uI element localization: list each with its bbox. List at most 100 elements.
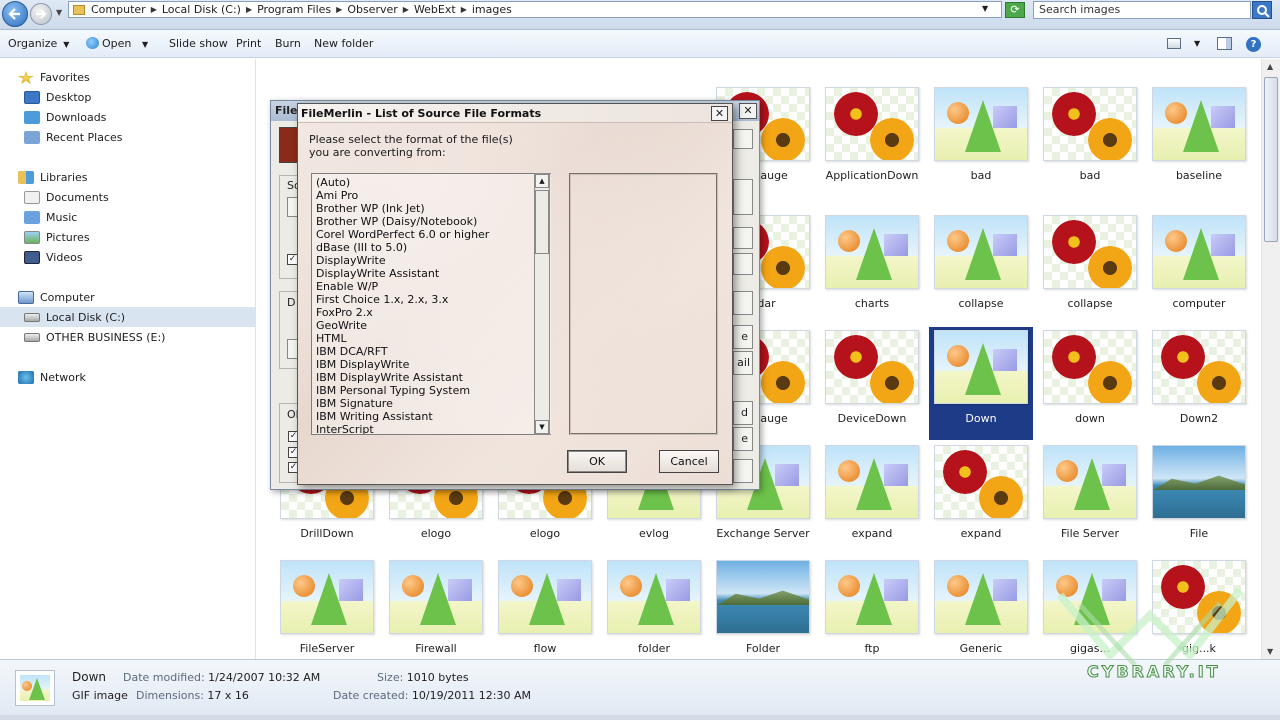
side-button-4[interactable]: [733, 253, 753, 275]
format-list-item[interactable]: Corel WordPerfect 6.0 or higher: [312, 228, 551, 241]
preview-pane-icon[interactable]: [1217, 37, 1232, 50]
search-input[interactable]: Search images: [1033, 1, 1251, 19]
nav-favorites[interactable]: Favorites: [18, 71, 90, 84]
file-tile[interactable]: baseline: [1149, 87, 1249, 182]
search-button[interactable]: [1252, 1, 1272, 19]
side-button-8[interactable]: d: [733, 401, 753, 425]
scroll-up-arrow[interactable]: ▲: [1267, 62, 1273, 71]
change-view-icon[interactable]: [1167, 38, 1181, 49]
format-list-item[interactable]: Brother WP (Ink Jet): [312, 202, 551, 215]
nav-videos[interactable]: Videos: [24, 251, 83, 264]
nav-downloads[interactable]: Downloads: [24, 111, 106, 124]
scrollbar-thumb[interactable]: [1264, 77, 1278, 242]
file-tile[interactable]: charts: [822, 215, 922, 310]
scroll-up-arrow[interactable]: ▲: [535, 174, 549, 188]
format-list-item[interactable]: GeoWrite: [312, 319, 551, 332]
format-list-item[interactable]: dBase (III to 5.0): [312, 241, 551, 254]
file-tile[interactable]: down: [1040, 330, 1140, 425]
scroll-down-arrow[interactable]: ▼: [535, 420, 549, 434]
file-tile[interactable]: folder: [604, 560, 704, 655]
filemerlin-main-close-button[interactable]: ✕: [739, 103, 757, 119]
nav-music[interactable]: Music: [24, 211, 77, 224]
format-list-item[interactable]: FoxPro 2.x: [312, 306, 551, 319]
breadcrumb-images[interactable]: images: [472, 3, 512, 16]
file-tile[interactable]: Folder: [713, 560, 813, 655]
file-tile[interactable]: expand: [931, 445, 1031, 540]
file-tile[interactable]: bad: [1040, 87, 1140, 182]
open-button[interactable]: Open: [86, 37, 131, 50]
file-tile[interactable]: collapse: [1040, 215, 1140, 310]
file-tile[interactable]: File: [1149, 445, 1249, 540]
address-input[interactable]: Computer ▶ Local Disk (C:) ▶ Program Files…: [68, 1, 1002, 18]
format-listbox[interactable]: (Auto) Ami Pro Brother WP (Ink Jet) Brother…: [311, 173, 551, 435]
burn-button[interactable]: Burn: [275, 37, 301, 50]
file-tile[interactable]: computer: [1149, 215, 1249, 310]
file-tile[interactable]: expand: [822, 445, 922, 540]
format-list-item[interactable]: DisplayWrite: [312, 254, 551, 267]
side-button-7[interactable]: ail: [733, 351, 753, 375]
help-icon[interactable]: ?: [1246, 37, 1261, 52]
open-dropdown[interactable]: ▼: [142, 37, 148, 50]
slideshow-button[interactable]: Slide show: [169, 37, 228, 50]
side-button-2[interactable]: [733, 179, 753, 215]
side-button-3[interactable]: [733, 227, 753, 249]
file-tile[interactable]: DeviceDown: [822, 330, 922, 425]
organize-menu[interactable]: Organize ▼: [8, 37, 69, 50]
format-list-item[interactable]: Enable W/P: [312, 280, 551, 293]
nav-desktop[interactable]: Desktop: [24, 91, 91, 104]
format-list-item[interactable]: IBM DCA/RFT: [312, 345, 551, 358]
file-tile[interactable]: Down2: [1149, 330, 1249, 425]
format-list-item[interactable]: HTML: [312, 332, 551, 345]
format-list-item[interactable]: Ami Pro: [312, 189, 551, 202]
nav-local-disk[interactable]: Local Disk (C:): [0, 307, 255, 327]
file-tile[interactable]: Firewall: [386, 560, 486, 655]
file-tile[interactable]: Generic: [931, 560, 1031, 655]
format-list-item[interactable]: IBM Signature: [312, 397, 551, 410]
format-list-item[interactable]: InterScript: [312, 423, 551, 434]
format-list-item[interactable]: First Choice 1.x, 2.x, 3.x: [312, 293, 551, 306]
format-list-item[interactable]: IBM Writing Assistant: [312, 410, 551, 423]
nav-pictures[interactable]: Pictures: [24, 231, 90, 244]
view-dropdown[interactable]: ▼: [1194, 39, 1200, 48]
file-tile[interactable]: bad: [931, 87, 1031, 182]
file-tile[interactable]: FileServer: [277, 560, 377, 655]
print-button[interactable]: Print: [236, 37, 261, 50]
forward-button[interactable]: [30, 3, 52, 25]
format-list-item[interactable]: IBM Personal Typing System: [312, 384, 551, 397]
file-tile[interactable]: Down: [929, 327, 1033, 440]
dialog-close-button[interactable]: ✕: [711, 106, 728, 121]
address-dropdown[interactable]: ▼: [982, 4, 988, 13]
new-folder-button[interactable]: New folder: [314, 37, 373, 50]
cancel-button[interactable]: Cancel: [659, 450, 719, 473]
scroll-down-arrow[interactable]: ▼: [1267, 647, 1273, 656]
file-tile[interactable]: collapse: [931, 215, 1031, 310]
format-list-item[interactable]: IBM DisplayWrite Assistant: [312, 371, 551, 384]
file-tile[interactable]: ApplicationDown: [822, 87, 922, 182]
format-list-item[interactable]: (Auto): [312, 176, 551, 189]
nav-other-business[interactable]: OTHER BUSINESS (E:): [24, 331, 165, 344]
breadcrumb-program-files[interactable]: Program Files ▶: [257, 3, 347, 16]
refresh-button[interactable]: ⟳: [1005, 2, 1025, 18]
breadcrumb-local-disk[interactable]: Local Disk (C:) ▶: [162, 3, 257, 16]
nav-network[interactable]: Network: [18, 371, 86, 384]
format-list-scrollbar[interactable]: ▲ ▼: [534, 173, 550, 435]
breadcrumb-observer[interactable]: Observer ▶: [347, 3, 414, 16]
nav-libraries[interactable]: Libraries: [18, 171, 88, 184]
recent-pages-dropdown[interactable]: ▼: [56, 8, 62, 17]
side-button-6[interactable]: e: [733, 325, 753, 349]
breadcrumb-webext[interactable]: WebExt ▶: [414, 3, 472, 16]
side-button-1[interactable]: [733, 129, 753, 149]
file-tile[interactable]: File Server: [1040, 445, 1140, 540]
breadcrumb-computer[interactable]: Computer ▶: [91, 3, 162, 16]
format-list-item[interactable]: IBM DisplayWrite: [312, 358, 551, 371]
ok-button[interactable]: OK: [567, 450, 627, 473]
nav-documents[interactable]: Documents: [24, 191, 109, 204]
file-tile[interactable]: ftp: [822, 560, 922, 655]
nav-computer[interactable]: Computer: [18, 291, 95, 304]
format-list-item[interactable]: Brother WP (Daisy/Notebook): [312, 215, 551, 228]
nav-recent-places[interactable]: Recent Places: [24, 131, 123, 144]
side-button-9[interactable]: e: [733, 427, 753, 451]
file-list-scrollbar[interactable]: ▲ ▼: [1261, 59, 1280, 659]
back-button[interactable]: [2, 1, 28, 27]
file-tile[interactable]: flow: [495, 560, 595, 655]
